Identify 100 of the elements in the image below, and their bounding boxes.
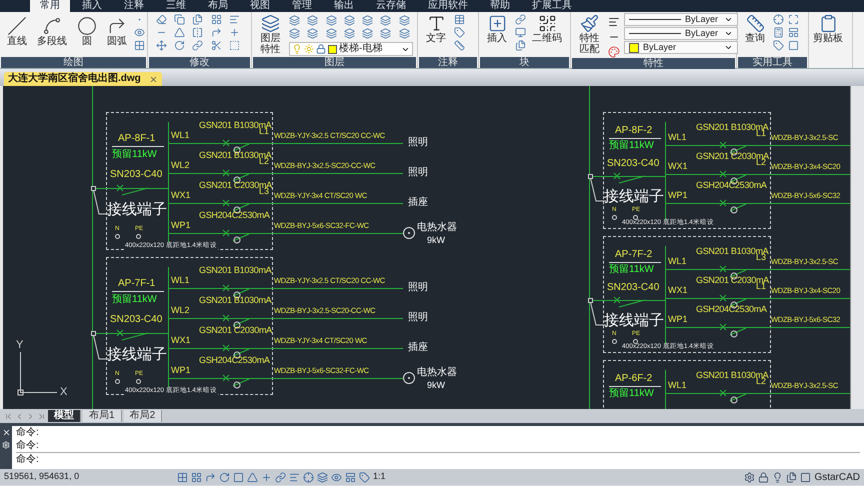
erase-icon[interactable] — [156, 14, 167, 25]
circuit-label: WP1 — [668, 315, 688, 324]
layer-icon[interactable] — [289, 28, 300, 39]
layer-icon[interactable] — [307, 28, 318, 39]
document-tab[interactable]: 大连大学南区宿舍电出图.dwg — [4, 72, 162, 86]
phase-label: L1 — [756, 282, 766, 291]
layer-icon[interactable] — [398, 28, 410, 39]
layout-tab[interactable]: 布局1 — [83, 410, 122, 422]
ribbon-panel-title[interactable]: 图层 — [253, 57, 416, 68]
copy-icon[interactable] — [174, 14, 186, 25]
ribbon-tab[interactable]: 管理 — [282, 0, 322, 12]
ribbon-panel-title[interactable]: 修改 — [149, 57, 250, 68]
scroll-track[interactable] — [850, 86, 864, 409]
property-dropdown[interactable]: ByLayer — [624, 13, 738, 26]
ribbon-tool-button[interactable]: 圆 — [74, 12, 100, 48]
ribbon-panel-title[interactable]: 绘图 — [1, 57, 146, 68]
phase-label: L1 — [756, 129, 766, 138]
first-page-icon[interactable] — [4, 412, 13, 420]
ribbon-panel-title[interactable]: 实用工具 — [738, 57, 807, 68]
array-icon[interactable] — [210, 14, 222, 25]
clipboard-icon — [818, 14, 838, 33]
layer-icon[interactable] — [344, 15, 355, 26]
ribbon-tab[interactable]: 布局 — [198, 0, 238, 12]
close-icon[interactable] — [148, 74, 158, 84]
ribbon-tool-button[interactable]: 特性匹配 — [575, 12, 604, 55]
grid-icon[interactable] — [177, 472, 188, 482]
close-icon[interactable] — [2, 428, 10, 437]
line-sample-icon — [629, 33, 681, 34]
command-input-field[interactable]: 命令: — [16, 452, 860, 467]
layer-icon[interactable] — [362, 15, 374, 26]
layer-icon[interactable] — [326, 28, 337, 39]
lineweight-icon[interactable] — [289, 472, 300, 482]
ribbon-tool-button[interactable]: 文字 — [422, 12, 450, 44]
lineweight-icon[interactable] — [608, 16, 620, 28]
ribbon-tool-button[interactable]: 查询 — [741, 12, 769, 44]
terminal-label: 接线端子 — [107, 202, 167, 217]
ribbon-tool-button[interactable]: 直线 — [4, 12, 30, 48]
reserve-label: 预留11kW — [112, 295, 157, 305]
move-icon[interactable] — [156, 40, 167, 51]
ribbon-panel-title[interactable]: 注释 — [419, 57, 477, 68]
calculator-icon[interactable] — [773, 27, 784, 38]
ribbon-tool-button[interactable]: 多段线 — [34, 12, 70, 48]
next-page-icon[interactable] — [26, 412, 35, 420]
layout-tab[interactable]: 布局2 — [124, 410, 162, 422]
main-breaker-label: SN203-C40 — [607, 159, 660, 169]
property-dropdown[interactable]: ByLayer — [624, 27, 738, 40]
chain-icon[interactable] — [192, 40, 204, 51]
mirror-icon[interactable] — [192, 27, 204, 38]
layer-dropdown[interactable]: 楼梯-电梯 — [289, 42, 413, 56]
layer-icon[interactable] — [362, 28, 374, 39]
leader-line — [93, 335, 109, 361]
layer-icon[interactable] — [289, 15, 300, 26]
ribbon-tool-button[interactable]: 圆弧 — [104, 12, 130, 48]
layer-icon[interactable] — [398, 15, 410, 26]
ribbon-tab[interactable]: 插入 — [72, 0, 112, 12]
files-icon[interactable] — [192, 14, 204, 25]
outlet-symbol-icon — [403, 372, 415, 384]
load-label: 照明 — [408, 168, 428, 178]
line-icon — [7, 16, 27, 36]
breaker-label: GSN201 C2030mA — [199, 326, 272, 335]
property-dropdown[interactable]: ByLayer — [624, 41, 738, 54]
ribbon-tab[interactable]: 常用 — [30, 0, 70, 12]
last-page-icon[interactable] — [37, 412, 46, 420]
rotate-icon[interactable] — [174, 40, 186, 51]
ribbon-tab[interactable]: 云存储 — [366, 0, 416, 12]
settings-icon[interactable] — [744, 472, 756, 482]
layer-icon[interactable] — [326, 15, 337, 26]
ribbon-tool-button[interactable]: 剪贴板 — [809, 12, 847, 44]
load-label: 电热水器 — [417, 223, 457, 233]
drawing-canvas[interactable] — [0, 86, 850, 409]
layout-tab[interactable]: 模型 — [48, 410, 81, 422]
load-label: 照明 — [408, 138, 428, 148]
ribbon-tab[interactable]: 视图 — [240, 0, 280, 12]
breaker-label: GSN201 B1030mA — [696, 123, 768, 132]
layer-icon[interactable] — [380, 28, 392, 39]
triangle-icon[interactable] — [174, 27, 186, 38]
layer-icon[interactable] — [380, 15, 392, 26]
previous-page-icon[interactable] — [15, 412, 24, 420]
ribbon-tab[interactable]: 帮助 — [480, 0, 520, 12]
dashed-square-icon[interactable] — [228, 40, 240, 51]
table-icon[interactable] — [454, 14, 465, 25]
ribbon-panel-title[interactable]: 特性 — [572, 58, 735, 69]
lightbulb-icon[interactable] — [772, 472, 784, 482]
annotation-scale[interactable]: 1:1 — [373, 470, 386, 484]
ribbon-panel-title[interactable]: 块 — [480, 57, 569, 68]
ribbon-tab[interactable]: 输出 — [324, 0, 364, 12]
trim-icon[interactable] — [210, 40, 222, 51]
circuit-label: WP1 — [668, 191, 688, 200]
color-wheel-icon[interactable] — [608, 46, 620, 58]
layer-icon[interactable] — [344, 28, 355, 39]
layers-icon[interactable] — [317, 472, 328, 482]
layer-icon[interactable] — [307, 15, 318, 26]
hatch-icon[interactable] — [134, 40, 145, 51]
y-axis-label: Y — [16, 340, 24, 351]
ribbon-tool-button[interactable]: 图层特性 — [256, 12, 285, 55]
outlet-symbol-icon — [403, 227, 415, 239]
lock-icon[interactable] — [758, 472, 770, 482]
ribbon-tool-button[interactable]: 插入 — [483, 12, 511, 44]
ribbon-tool-button[interactable]: 二维码 — [528, 12, 566, 44]
switch-symbol-icon — [613, 294, 647, 308]
